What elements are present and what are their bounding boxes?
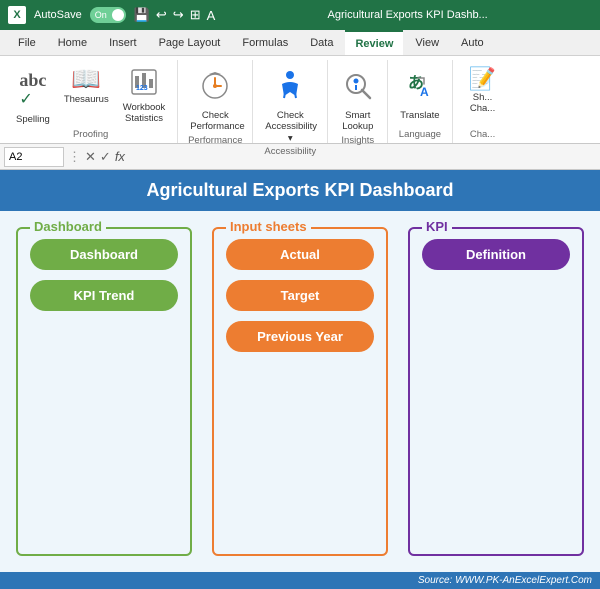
save-icon[interactable]: 💾 xyxy=(134,7,150,23)
workbook-stats-label: WorkbookStatistics xyxy=(123,102,166,125)
thesaurus-icon: 📖 xyxy=(71,68,101,92)
translate-button[interactable]: あ A Translate xyxy=(396,66,443,123)
fx-label: fx xyxy=(115,149,125,164)
spelling-button[interactable]: abc ✓ Spelling xyxy=(12,66,54,127)
grid-icon[interactable]: ⊞ xyxy=(190,7,201,23)
cell-reference[interactable]: A2 xyxy=(4,147,64,167)
target-btn[interactable]: Target xyxy=(226,280,374,311)
font-color-icon[interactable]: A xyxy=(207,8,216,23)
group-label-kpi: KPI xyxy=(422,219,452,234)
tab-auto[interactable]: Auto xyxy=(451,30,494,55)
redo-icon[interactable]: ↪ xyxy=(173,7,184,23)
spelling-icon: abc ✓ xyxy=(19,68,46,112)
check-performance-icon xyxy=(199,68,231,108)
formula-bar-separator: ⋮ xyxy=(68,149,81,165)
show-changes-button[interactable]: 📝 Sh...Cha... xyxy=(465,66,501,117)
performance-items: CheckPerformance xyxy=(186,64,244,135)
autosave-label: AutoSave xyxy=(34,9,82,21)
show-changes-icon: 📝 xyxy=(469,68,496,90)
thesaurus-label: Thesaurus xyxy=(64,94,109,105)
tab-review[interactable]: Review xyxy=(345,30,403,55)
dashboard-btn[interactable]: Dashboard xyxy=(30,239,178,270)
dashboard-content: Dashboard Dashboard KPI Trend Input shee… xyxy=(0,211,600,572)
spelling-label: Spelling xyxy=(16,114,50,125)
tab-file[interactable]: File xyxy=(8,30,46,55)
source-bar: Source: WWW.PK-AnExcelExpert.Com xyxy=(0,572,600,589)
excel-icon: X xyxy=(8,6,26,24)
smart-lookup-button[interactable]: SmartLookup xyxy=(338,66,378,135)
language-group-label: Language xyxy=(399,129,441,143)
ribbon-group-accessibility: CheckAccessibility ▾ Accessibility xyxy=(253,60,328,143)
group-box-kpi: KPI Definition xyxy=(408,227,584,556)
ribbon-group-performance: CheckPerformance Performance xyxy=(178,60,253,143)
show-changes-label: Sh...Cha... xyxy=(470,92,495,115)
proofing-items: abc ✓ Spelling 📖 Thesaurus 123 xyxy=(12,64,169,129)
group-label-input-sheets: Input sheets xyxy=(226,219,311,234)
dashboard-group-input-sheets: Input sheets Actual Target Previous Year xyxy=(212,227,388,556)
actual-btn[interactable]: Actual xyxy=(226,239,374,270)
translate-icon: あ A xyxy=(404,68,436,108)
svg-text:123: 123 xyxy=(136,85,148,92)
toolbar-icons: 💾 ↩ ↪ ⊞ A xyxy=(134,7,216,23)
proofing-group-label: Proofing xyxy=(73,129,108,143)
check-performance-label: CheckPerformance xyxy=(190,110,240,133)
ribbon-group-changes: 📝 Sh...Cha... Cha... xyxy=(453,60,513,143)
spreadsheet-area: Agricultural Exports KPI Dashboard Dashb… xyxy=(0,170,600,589)
formula-bar-icons: ✕ ✓ xyxy=(85,149,111,165)
smart-lookup-icon xyxy=(342,68,374,108)
workbook-stats-icon: 123 xyxy=(130,68,158,100)
previous-year-btn[interactable]: Previous Year xyxy=(226,321,374,352)
insights-group-label: Insights xyxy=(341,135,374,149)
accessibility-group-label: Accessibility xyxy=(264,146,316,160)
changes-items: 📝 Sh...Cha... xyxy=(465,64,501,129)
group-label-dashboard: Dashboard xyxy=(30,219,106,234)
changes-group-label: Cha... xyxy=(470,129,495,143)
ribbon-group-language: あ A Translate Language xyxy=(388,60,452,143)
smart-lookup-label: SmartLookup xyxy=(342,110,373,133)
window-title: Agricultural Exports KPI Dashb... xyxy=(223,9,592,21)
svg-text:A: A xyxy=(420,85,429,99)
check-accessibility-button[interactable]: CheckAccessibility ▾ xyxy=(261,66,319,146)
workbook-stats-button[interactable]: 123 WorkbookStatistics xyxy=(119,66,170,127)
tab-insert[interactable]: Insert xyxy=(99,30,147,55)
undo-icon[interactable]: ↩ xyxy=(156,7,167,23)
dashboard-groups: Dashboard Dashboard KPI Trend Input shee… xyxy=(16,227,584,556)
title-bar: X AutoSave On 💾 ↩ ↪ ⊞ A Agricultural Exp… xyxy=(0,0,600,30)
toggle-knob xyxy=(112,9,124,21)
definition-btn[interactable]: Definition xyxy=(422,239,570,270)
kpi-trend-btn[interactable]: KPI Trend xyxy=(30,280,178,311)
tab-home[interactable]: Home xyxy=(48,30,97,55)
ribbon: abc ✓ Spelling 📖 Thesaurus 123 xyxy=(0,56,600,144)
accessibility-items: CheckAccessibility ▾ xyxy=(261,64,319,146)
dashboard-group-kpi: KPI Definition xyxy=(408,227,584,556)
tab-view[interactable]: View xyxy=(405,30,449,55)
confirm-formula-icon[interactable]: ✓ xyxy=(100,149,111,165)
group-box-input-sheets: Input sheets Actual Target Previous Year xyxy=(212,227,388,556)
check-performance-button[interactable]: CheckPerformance xyxy=(186,66,244,135)
ribbon-group-proofing: abc ✓ Spelling 📖 Thesaurus 123 xyxy=(4,60,178,143)
thesaurus-button[interactable]: 📖 Thesaurus xyxy=(60,66,113,107)
autosave-state: On xyxy=(92,10,107,20)
insights-items: SmartLookup xyxy=(338,64,378,135)
tab-formulas[interactable]: Formulas xyxy=(232,30,298,55)
group-box-dashboard: Dashboard Dashboard KPI Trend xyxy=(16,227,192,556)
dashboard-group-dashboard: Dashboard Dashboard KPI Trend xyxy=(16,227,192,556)
autosave-toggle[interactable]: On xyxy=(90,7,126,23)
tab-data[interactable]: Data xyxy=(300,30,343,55)
cancel-formula-icon[interactable]: ✕ xyxy=(85,149,96,165)
check-accessibility-icon xyxy=(274,68,306,108)
spreadsheet: Agricultural Exports KPI Dashboard Dashb… xyxy=(0,170,600,589)
translate-label: Translate xyxy=(400,110,439,121)
check-accessibility-label: CheckAccessibility ▾ xyxy=(265,110,315,144)
language-items: あ A Translate xyxy=(396,64,443,129)
ribbon-tabs: File Home Insert Page Layout Formulas Da… xyxy=(0,30,600,56)
dashboard-title: Agricultural Exports KPI Dashboard xyxy=(0,170,600,211)
ribbon-group-insights: SmartLookup Insights xyxy=(328,60,388,143)
tab-page-layout[interactable]: Page Layout xyxy=(149,30,231,55)
performance-group-label: Performance xyxy=(188,135,242,149)
